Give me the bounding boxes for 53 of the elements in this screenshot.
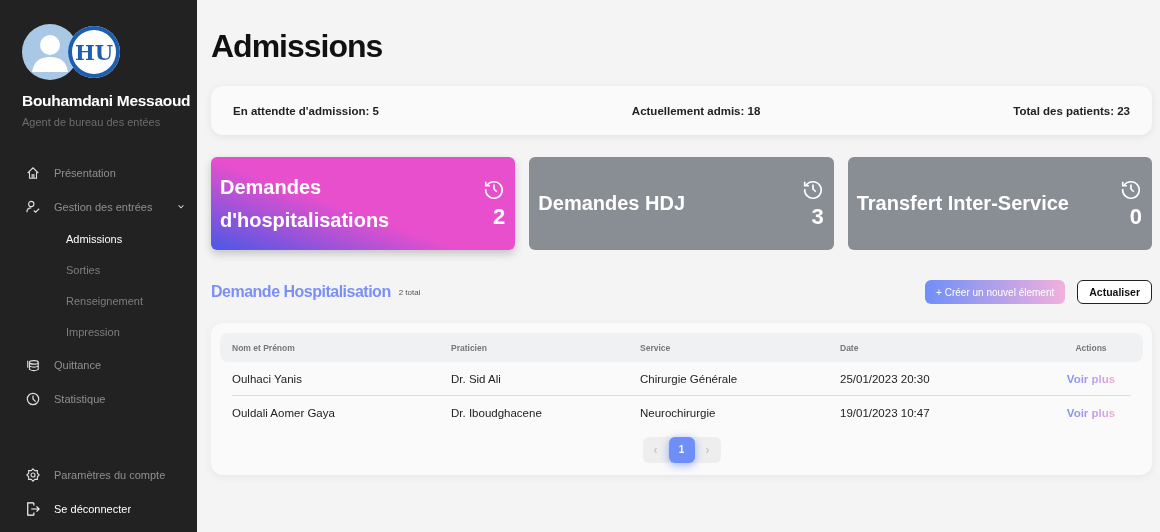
table-cell-text: Ouldali Aomer Gaya	[232, 406, 336, 419]
nav-item[interactable]: Gestion des entrées	[0, 190, 197, 224]
nav-item[interactable]: Quittance	[0, 348, 197, 382]
table-cell-text: Neurochirurgie	[640, 406, 717, 419]
table-cell-text: Chirurgie Générale	[640, 372, 739, 385]
column-header: Nom et Prénom	[232, 342, 296, 353]
user-role: Agent de bureau des entées	[22, 116, 162, 128]
card-count: 3	[811, 203, 824, 230]
table-cell-text: Dr. Iboudghacene	[451, 406, 543, 419]
nav-subitem[interactable]: Admissions	[0, 224, 197, 255]
stat-text: En attendte d'admission: 5	[233, 104, 379, 117]
clock-icon	[26, 392, 40, 406]
table-cell-text: Dr. Sid Ali	[451, 372, 502, 385]
card-title: Demandes HDJ	[538, 191, 687, 216]
chevron-icon	[177, 203, 185, 211]
category-card[interactable]: Demandes HDJ 3	[529, 157, 834, 250]
nav-item[interactable]: Statistique	[0, 382, 197, 416]
table-cell-text: Oulhaci Yanis	[232, 372, 303, 385]
total-count: 2 total	[398, 287, 421, 297]
hospital-logo: HU	[68, 26, 120, 78]
refresh-button[interactable]: Actualiser	[1077, 280, 1152, 304]
details-link[interactable]: Voir plus	[1066, 372, 1116, 385]
section-title: Demande Hospitalisation	[211, 283, 391, 301]
details-link[interactable]: Voir plus	[1066, 406, 1116, 419]
column-header: Praticien	[451, 342, 488, 353]
page-title: Admissions	[211, 28, 384, 65]
category-card[interactable]: Transfert Inter-Service 0	[847, 157, 1152, 250]
card-count: 0	[1129, 203, 1142, 230]
user-check-icon	[26, 200, 40, 214]
settings-icon	[26, 468, 40, 482]
nav-subitem[interactable]: Sorties	[0, 255, 197, 286]
card-title: Demandes d'hospitalisations	[220, 174, 391, 233]
nav-subitem[interactable]: Impression	[0, 317, 197, 348]
nav-subitem[interactable]: Renseignement	[0, 286, 197, 317]
card-count: 2	[493, 203, 506, 230]
stat-text: Total des patients: 23	[1013, 104, 1130, 117]
home-icon	[26, 166, 40, 180]
table-cell-text: 25/01/2023 20:30	[840, 372, 931, 385]
nav-item[interactable]: Se déconnecter	[0, 492, 197, 526]
create-button[interactable]: + Créer un nouvel élement	[925, 280, 1066, 304]
column-header: Service	[640, 342, 672, 353]
page-button[interactable]: 1	[668, 437, 695, 463]
card-title: Transfert Inter-Service	[856, 191, 1070, 216]
database-icon	[26, 358, 40, 372]
nav-item[interactable]: Paramètres du compte	[0, 458, 197, 492]
nav-item[interactable]: Présentation	[0, 156, 197, 190]
logout-icon	[26, 502, 40, 516]
column-header: Date	[840, 342, 860, 353]
user-name: Bouhamdani Messaoud	[22, 92, 192, 110]
column-header: Actions	[1074, 342, 1108, 353]
category-card[interactable]: Demandes d'hospitalisations 2	[211, 157, 516, 250]
table-cell-text: 19/01/2023 10:47	[840, 406, 931, 419]
stat-text: Actuellement admis: 18	[631, 104, 761, 117]
